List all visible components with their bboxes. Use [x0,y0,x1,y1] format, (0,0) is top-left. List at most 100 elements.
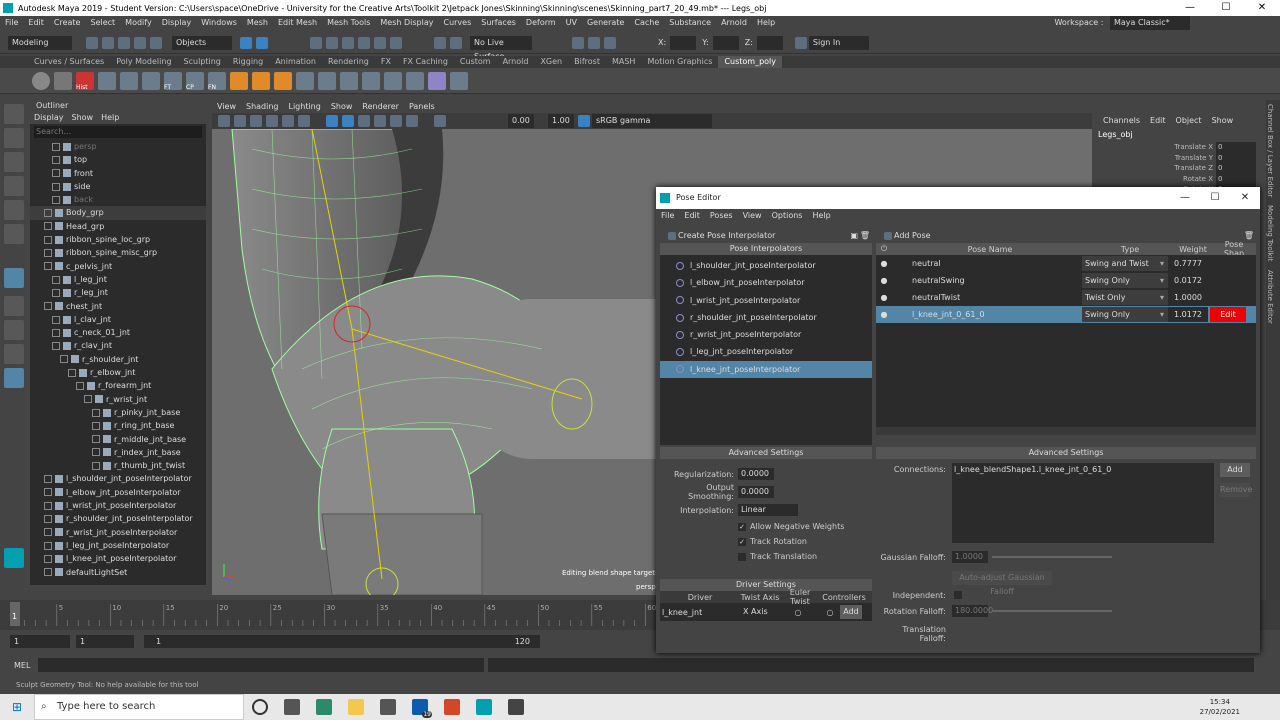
pe-minimize-icon[interactable]: — [1170,187,1200,209]
interp-item[interactable]: r_wrist_jnt_poseInterpolator [660,326,872,343]
file-explorer-icon[interactable] [348,699,364,715]
pose-enable-icon[interactable]: ● [876,310,892,319]
menu-mesh[interactable]: Mesh [242,16,273,30]
interp-item[interactable]: l_elbow_jnt_poseInterpolator [660,274,872,291]
outliner-item[interactable]: l_shoulder_jnt_poseInterpolator [30,472,206,485]
cube-orange-icon[interactable] [252,71,270,90]
rotate-tool-icon[interactable] [4,200,24,220]
poly-plane2-icon[interactable] [142,71,160,90]
outliner-menu-item[interactable]: Display [30,112,68,124]
shelf-tab[interactable]: Rigging [227,56,269,68]
workspace-dropdown[interactable]: Maya Classic* [1110,16,1190,30]
pose-name[interactable]: neutralSwing [892,276,1082,285]
shadows-icon[interactable] [390,115,402,127]
pe-menu-item[interactable]: File [656,209,679,223]
expand-icon[interactable] [84,395,92,404]
channel-value[interactable]: 0 [1216,173,1256,184]
grid-icon[interactable] [282,115,294,127]
shelf-tab[interactable]: Sculpting [178,56,227,68]
viewport-menu-item[interactable]: Panels [404,101,440,113]
redo-icon[interactable] [150,36,162,49]
outliner-item[interactable]: r_shoulder_jnt_poseInterpolator [30,512,206,525]
bookmark-icon[interactable] [250,115,262,127]
z-field[interactable] [756,35,783,50]
gamma-field[interactable]: 1.00 [548,114,574,128]
poly-grid-icon[interactable] [98,71,116,90]
task-view-icon[interactable] [284,699,300,715]
outliner-item[interactable]: l_wrist_jnt_poseInterpolator [30,499,206,512]
outliner-item[interactable]: r_forearm_jnt [30,379,206,392]
outliner-menu-item[interactable]: Show [68,112,98,124]
connection-remove-button[interactable]: Remove [1220,483,1252,497]
viewport-menu-item[interactable]: Shading [241,101,284,113]
outliner-item[interactable]: r_pinky_jnt_base [30,406,206,419]
expand-icon[interactable] [52,155,60,164]
shelf-tab[interactable]: Bifrost [568,56,606,68]
expand-icon[interactable] [44,528,52,537]
interp-item[interactable]: l_wrist_jnt_poseInterpolator [660,292,872,309]
live-surface-field[interactable]: No Live Surface [470,35,532,61]
shelf-tab[interactable]: Poly Modeling [110,56,177,68]
menu-file[interactable]: File [0,16,23,30]
pause-icon[interactable] [604,36,616,49]
new-scene-icon[interactable] [86,36,98,49]
outliner-item[interactable]: r_clav_jnt [30,339,206,352]
channel-row[interactable]: Translate Z0 [1096,163,1264,174]
expand-icon[interactable] [92,408,100,417]
outliner-item[interactable]: r_index_jnt_base [30,446,206,459]
outliner-item[interactable]: c_pelvis_jnt [30,260,206,273]
shelf-tab[interactable]: Arnold [497,56,535,68]
textured-icon[interactable] [358,115,370,127]
driver-add-button[interactable]: Add [840,605,862,619]
x-field[interactable] [670,35,697,50]
side-tab[interactable]: Channel Box / Layer Editor [1266,100,1274,201]
gaussian-slider[interactable] [992,556,1112,558]
outliner-item[interactable]: r_shoulder_jnt [30,353,206,366]
two-pane-icon[interactable] [4,344,24,364]
selection-mode-dropdown[interactable]: Objects [172,35,232,50]
center-pivot-icon[interactable]: CP [186,71,204,91]
channel-value[interactable]: 0 [1216,163,1256,174]
mel-label[interactable]: MEL [14,661,38,670]
pose-editor-titlebar[interactable]: Pose Editor — ☐ ✕ [656,187,1260,209]
pose-weight-field[interactable]: 1.0000 [1168,290,1208,305]
four-pane-icon[interactable] [4,320,24,340]
expand-icon[interactable] [52,195,60,204]
menu-arnold[interactable]: Arnold [716,16,752,30]
expand-icon[interactable] [92,435,100,444]
expand-icon[interactable] [44,514,52,523]
edge-icon[interactable] [316,699,332,715]
delete-pose-icon[interactable]: 🗑 [1244,229,1254,243]
maya-m-icon[interactable] [54,71,72,90]
shelf-tab[interactable]: MASH [606,56,641,68]
shelf-tab[interactable]: FX [375,56,397,68]
pose-weight-field[interactable]: 0.7777 [1168,256,1208,271]
bridge-icon[interactable] [384,71,402,90]
track-trans-checkbox[interactable] [738,552,746,561]
expand-icon[interactable] [44,249,52,258]
viewport-menu-item[interactable]: Renderer [357,101,404,113]
menu-curves[interactable]: Curves [438,16,476,30]
menu-display[interactable]: Display [157,16,197,30]
expand-icon[interactable] [44,222,52,231]
outliner-item[interactable]: l_clav_jnt [30,313,206,326]
layout-icon[interactable] [450,71,468,90]
outliner-item[interactable]: top [30,153,206,166]
pose-enable-icon[interactable]: ● [876,293,892,302]
side-tab[interactable]: Attribute Editor [1266,266,1274,328]
expand-icon[interactable] [92,421,100,430]
expand-icon[interactable] [52,275,60,284]
rot-falloff-slider[interactable] [992,610,1112,612]
outliner-item[interactable]: r_leg_jnt [30,286,206,299]
interp-item[interactable]: l_knee_jnt_poseInterpolator [660,360,872,379]
select-tool-icon[interactable] [4,104,24,124]
controller-radio[interactable]: ○ [820,608,840,617]
maximize-icon[interactable]: ☐ [1208,0,1244,16]
add-pose-button[interactable]: Add Pose 🗑 [876,229,1256,243]
bevel-icon[interactable] [318,71,336,90]
smoothing-field[interactable]: 0.0000 [738,486,774,498]
viewport-menu-item[interactable]: Show [326,101,358,113]
delete-history-icon[interactable]: Hist [76,71,94,91]
extrude-icon[interactable] [296,71,314,90]
pose-name[interactable]: neutral [892,259,1082,268]
